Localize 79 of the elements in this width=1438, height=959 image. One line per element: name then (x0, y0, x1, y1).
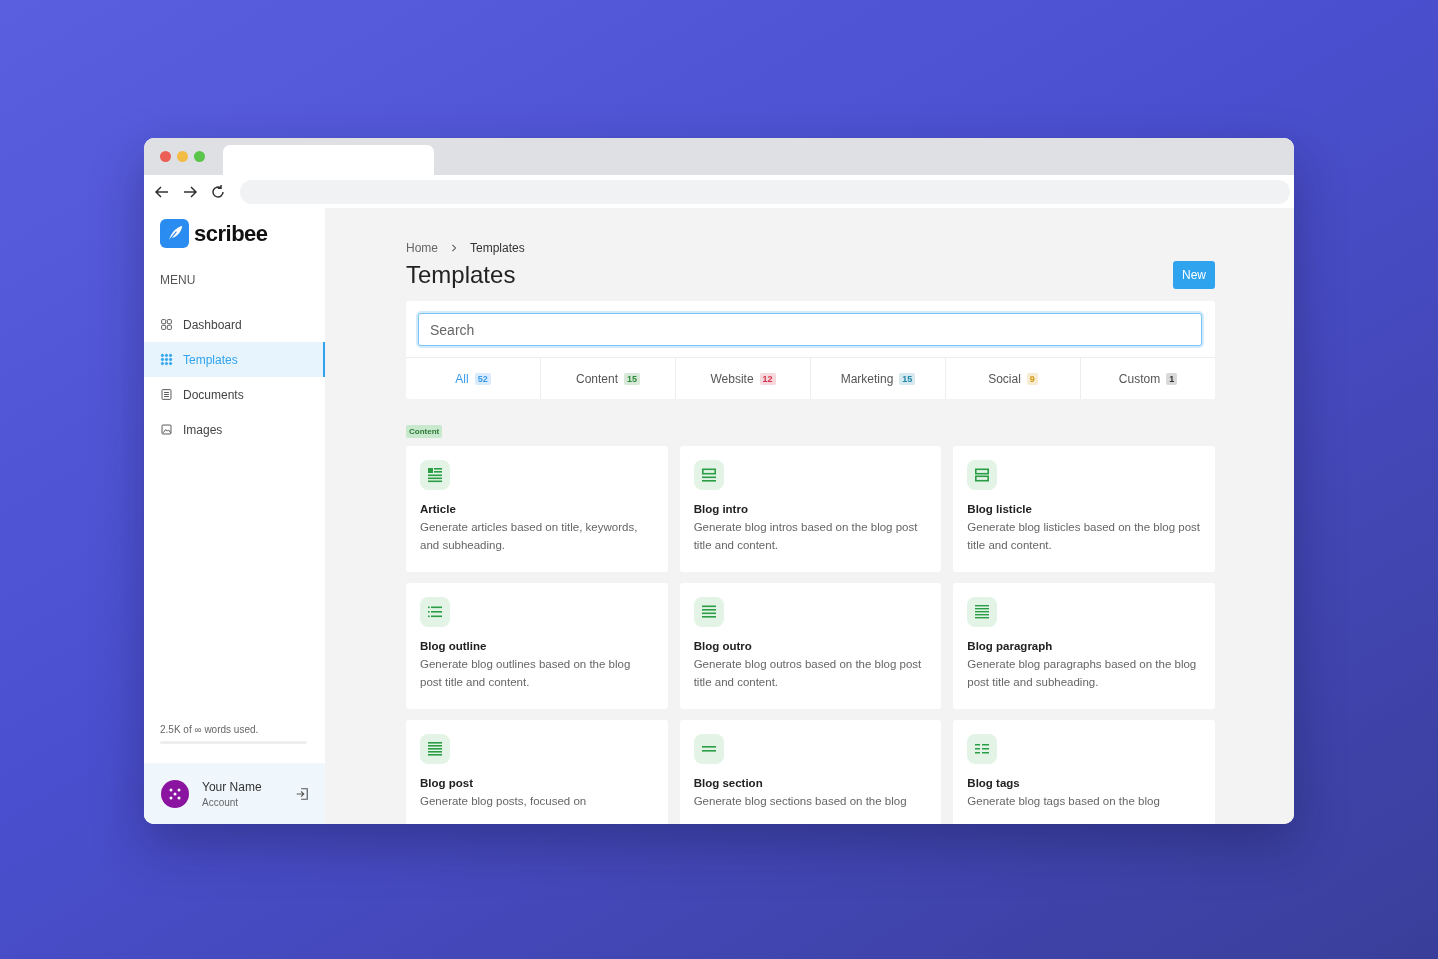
chevron-right-icon (450, 244, 458, 252)
usage-text: 2.5K of ∞ words used. (159, 724, 260, 737)
document-icon (160, 388, 173, 401)
tab-label: Website (710, 371, 754, 386)
count-badge: 52 (474, 372, 491, 385)
lines-icon (693, 597, 724, 627)
sidebar-item[interactable]: Documents (144, 377, 325, 412)
card-description: Generate articles based on title, keywords, and subheading. (420, 520, 639, 553)
template-card[interactable]: Blog tags Generate blog tags based on the blog (953, 720, 1215, 824)
card-description: Generate blog paragraphs based on the blog post title and subheading. (967, 657, 1198, 690)
tag-lines-icon (967, 734, 998, 764)
logout-icon[interactable] (295, 786, 309, 801)
grid-icon (160, 318, 173, 331)
card-description: Generate blog listicles based on the blog post title and content. (967, 520, 1201, 553)
section-tag: Content (406, 425, 443, 438)
template-card[interactable]: Blog section Generate blog sections based on the blog (679, 720, 942, 824)
forward-arrow-icon[interactable] (182, 183, 198, 200)
minimize-dot-icon[interactable] (177, 151, 188, 162)
card-description: Generate blog tags based on the blog (967, 794, 1161, 809)
list-icon (420, 597, 450, 627)
maximize-dot-icon[interactable] (194, 151, 205, 162)
close-dot-icon[interactable] (160, 151, 171, 162)
card-title: Blog post (420, 777, 475, 789)
count-badge: 1 (1166, 372, 1178, 385)
feather-logo-icon (160, 219, 189, 248)
template-card[interactable]: Article Generate articles based on title, keywords, and subheading. (406, 446, 668, 572)
sidebar-item[interactable]: Images (144, 412, 325, 447)
tab-label: Custom (1118, 371, 1161, 386)
tab-label: Content (575, 371, 618, 386)
tab-label: Social (988, 371, 1021, 386)
reload-icon[interactable] (210, 183, 226, 200)
card-description: Generate blog posts, focused on (420, 794, 588, 809)
filter-tab[interactable]: Custom 1 (1080, 358, 1215, 399)
tab-label: Marketing (840, 371, 894, 386)
card-description: Generate blog sections based on the blog (693, 794, 908, 809)
text-lines-icon (967, 597, 998, 627)
account-label: Account (202, 796, 240, 808)
page-title: Templates (406, 261, 516, 289)
dots-grid-icon (160, 353, 173, 366)
sidebar-item[interactable]: Dashboard (144, 307, 325, 342)
count-badge: 9 (1026, 372, 1038, 385)
filter-tab[interactable]: Content 15 (540, 358, 675, 399)
card-title: Blog tags (967, 777, 1021, 789)
card-title: Blog intro (693, 503, 749, 515)
filter-tab[interactable]: Website 12 (675, 358, 810, 399)
template-card[interactable]: Blog outline Generate blog outlines based on the blog post title and content. (406, 583, 668, 709)
count-badge: 12 (759, 372, 776, 385)
card-title: Article (420, 503, 457, 515)
template-card[interactable]: Blog outro Generate blog outros based on the blog post title and content. (679, 583, 942, 709)
card-description: Generate blog outlines based on the blog post title and content. (420, 657, 632, 690)
user-name: Your Name (202, 779, 263, 794)
article-icon (420, 460, 450, 490)
count-badge: 15 (624, 372, 640, 385)
card-title: Blog listicle (967, 503, 1033, 515)
menu-label: MENU (159, 272, 197, 287)
avatar[interactable] (160, 778, 190, 809)
filter-tab[interactable]: Marketing 15 (810, 358, 945, 399)
count-badge: 15 (899, 372, 916, 385)
template-card[interactable]: Blog post Generate blog posts, focused on (406, 720, 668, 824)
text-lines-icon (420, 734, 450, 764)
template-card[interactable]: Blog intro Generate blog intros based on the blog post title and content. (679, 446, 942, 572)
card-description: Generate blog intros based on the blog post title and content. (693, 520, 919, 553)
filter-tab[interactable]: Social 9 (945, 358, 1080, 399)
card-title: Blog paragraph (967, 640, 1054, 652)
card-description: Generate blog outros based on the blog post title and content. (693, 657, 923, 690)
lines-icon (693, 460, 724, 490)
logo-text: scribee (194, 220, 268, 247)
template-card[interactable]: Blog paragraph Generate blog paragraphs based on the blog post title and subheading. (953, 583, 1215, 709)
card-title: Blog outro (693, 640, 753, 652)
lines-icon (693, 734, 724, 764)
template-card[interactable]: Blog listicle Generate blog listicles based on the blog post title and content. (953, 446, 1215, 572)
image-icon (160, 423, 173, 436)
card-title: Blog section (693, 777, 764, 789)
lines-icon (967, 460, 998, 490)
tab-label: All (455, 371, 469, 386)
search-field[interactable]: Search (418, 313, 1202, 346)
breadcrumb-link[interactable]: Home (406, 241, 438, 255)
card-title: Blog outline (420, 640, 488, 652)
back-arrow-icon[interactable] (154, 183, 170, 200)
